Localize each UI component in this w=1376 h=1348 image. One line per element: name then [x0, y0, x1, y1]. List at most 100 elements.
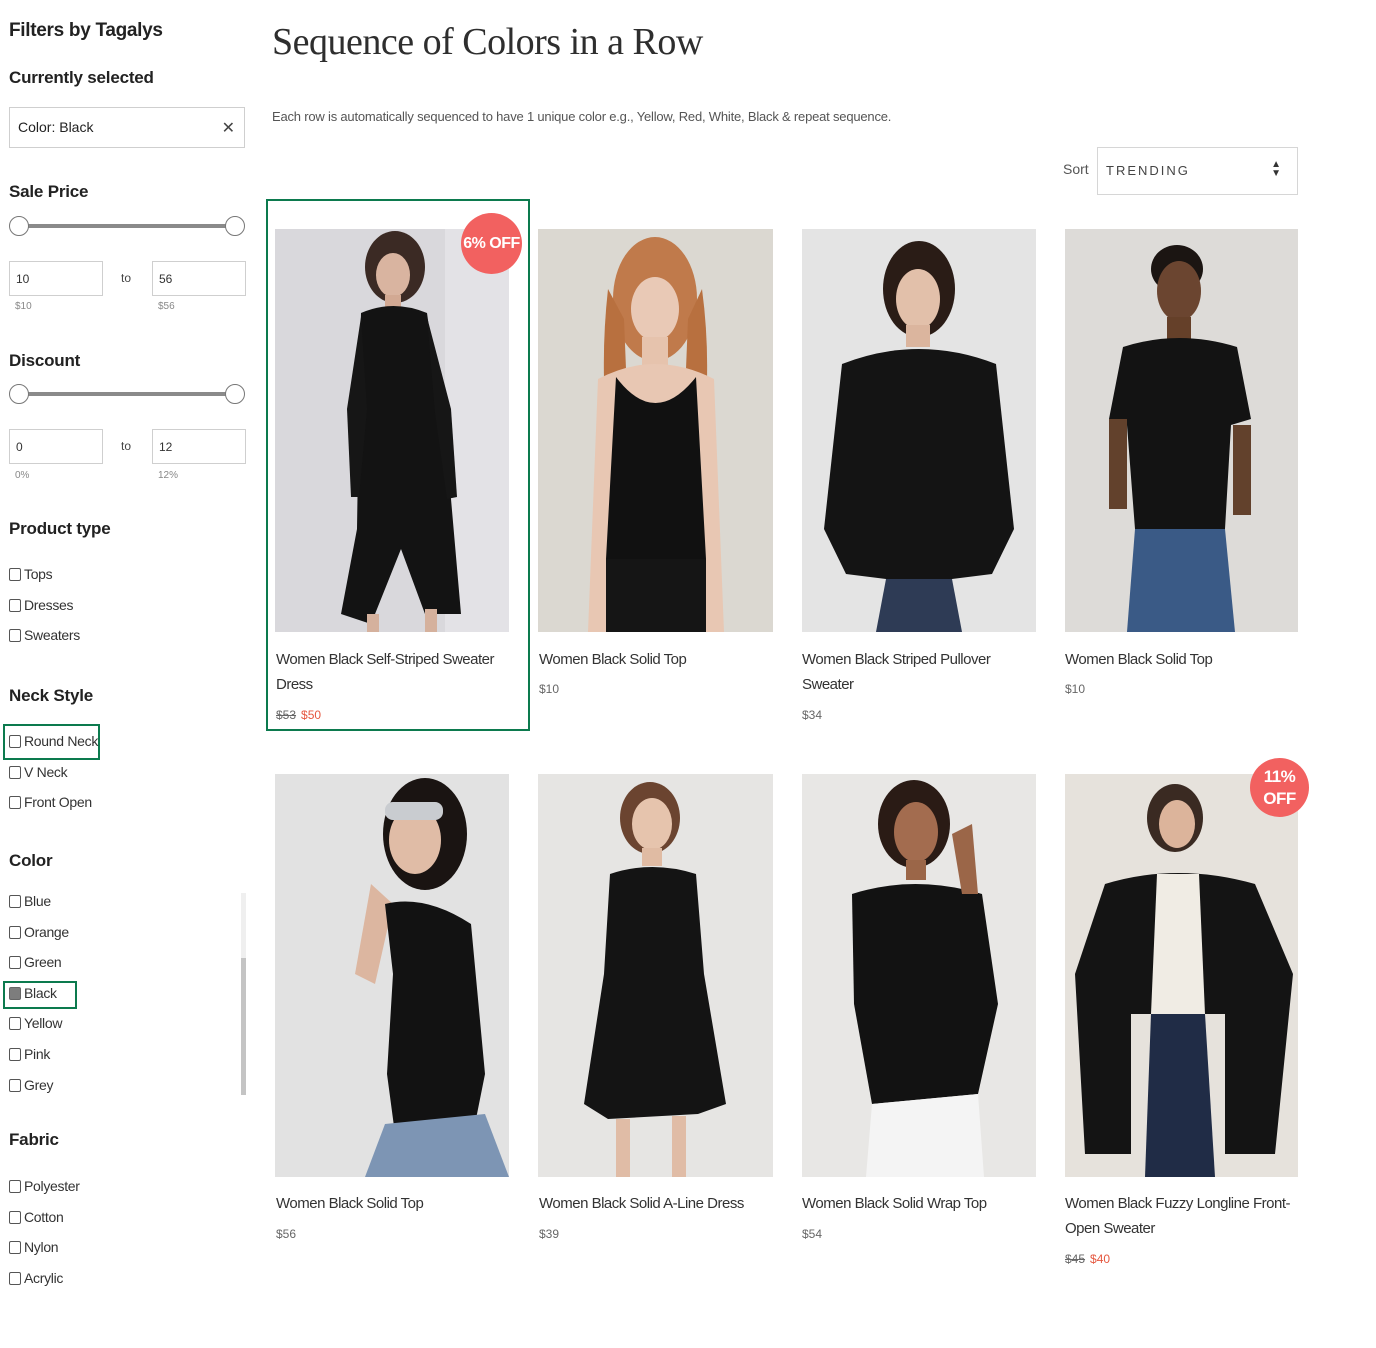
option-label: Orange — [24, 924, 69, 940]
product-image[interactable] — [1065, 229, 1298, 632]
checkbox[interactable] — [9, 795, 21, 809]
product-name[interactable]: Women Black Solid Top — [539, 647, 771, 672]
checkbox[interactable] — [9, 598, 21, 612]
checkbox[interactable] — [9, 1210, 21, 1224]
filter-option-black[interactable]: Black — [9, 983, 57, 1003]
color-list-scroll-thumb[interactable] — [241, 958, 246, 1095]
product-price: $39 — [539, 1227, 560, 1241]
product-price: $53 $50 — [276, 708, 321, 722]
filter-option-sweaters[interactable]: Sweaters — [9, 625, 80, 645]
filter-option-orange[interactable]: Orange — [9, 922, 69, 942]
sale-price-slider-track[interactable] — [19, 224, 235, 228]
checkbox[interactable] — [9, 1179, 21, 1193]
checkbox[interactable] — [9, 955, 21, 969]
discount-min-label: 0% — [15, 470, 30, 481]
discount-max-input[interactable] — [152, 429, 246, 464]
product-name[interactable]: Women Black Striped Pullover Sweater — [802, 647, 1034, 697]
sort-value: TRENDING — [1106, 163, 1190, 178]
filter-option-acrylic[interactable]: Acrylic — [9, 1268, 63, 1288]
checkbox[interactable] — [9, 734, 21, 748]
product-image[interactable] — [802, 774, 1036, 1177]
sale-price-min-label: $10 — [15, 301, 32, 312]
checkbox[interactable] — [9, 925, 21, 939]
sale-price-min-handle[interactable] — [9, 216, 29, 236]
product-image[interactable] — [275, 229, 509, 632]
discount-max-handle[interactable] — [225, 384, 245, 404]
product-price: $10 — [539, 682, 560, 696]
checkbox[interactable] — [9, 628, 21, 642]
sort-select[interactable]: TRENDING ▲ ▼ — [1097, 147, 1298, 195]
discount-max-label: 12% — [158, 470, 179, 481]
checkbox[interactable] — [9, 1047, 21, 1061]
checkbox[interactable] — [9, 1078, 21, 1092]
filter-option-green[interactable]: Green — [9, 952, 62, 972]
sale-price: $40 — [1090, 1252, 1111, 1266]
option-label: V Neck — [24, 764, 68, 780]
checkbox[interactable] — [9, 1240, 21, 1254]
discount-to-label: to — [121, 439, 132, 453]
sale-price-max-input[interactable] — [152, 261, 246, 296]
product-image[interactable] — [1065, 774, 1298, 1177]
discount-min-input[interactable] — [9, 429, 103, 464]
filter-option-yellow[interactable]: Yellow — [9, 1013, 62, 1033]
filter-option-tops[interactable]: Tops — [9, 564, 53, 584]
sale-price-max-label: $56 — [158, 301, 175, 312]
product-name[interactable]: Women Black Self-Striped Sweater Dress — [276, 647, 508, 697]
option-label: Polyester — [24, 1178, 80, 1194]
discount-badge: 11% OFF — [1250, 758, 1309, 817]
currently-selected-heading: Currently selected — [9, 68, 154, 87]
product-image[interactable] — [802, 229, 1036, 632]
filter-option-pink[interactable]: Pink — [9, 1044, 50, 1064]
selected-filter-chip: Color: Black ✕ — [9, 107, 245, 148]
filter-option-polyester[interactable]: Polyester — [9, 1176, 80, 1196]
checkbox[interactable] — [9, 894, 21, 908]
page-title: Sequence of Colors in a Row — [272, 21, 703, 63]
product-name[interactable]: Women Black Solid Wrap Top — [802, 1191, 1034, 1216]
product-image[interactable] — [275, 774, 509, 1177]
filter-option-grey[interactable]: Grey — [9, 1075, 53, 1095]
original-price: $53 — [276, 708, 297, 722]
sale-price: $50 — [301, 708, 322, 722]
option-label: Pink — [24, 1046, 51, 1062]
checkbox[interactable] — [9, 567, 21, 581]
filter-option-v-neck[interactable]: V Neck — [9, 762, 68, 782]
option-label: Black — [24, 985, 57, 1001]
filter-option-blue[interactable]: Blue — [9, 891, 51, 911]
sale-price-min-input[interactable] — [9, 261, 103, 296]
filter-option-round-neck[interactable]: Round Neck — [9, 731, 98, 751]
filter-option-front-open[interactable]: Front Open — [9, 792, 92, 812]
sale-price-to-label: to — [121, 271, 132, 285]
sale-price-max-handle[interactable] — [225, 216, 245, 236]
product-type-heading: Product type — [9, 519, 111, 538]
filter-option-nylon[interactable]: Nylon — [9, 1237, 59, 1257]
product-name[interactable]: Women Black Solid Top — [276, 1191, 508, 1216]
option-label: Tops — [24, 566, 53, 582]
checkbox-checked[interactable] — [9, 986, 21, 1000]
close-icon[interactable]: ✕ — [222, 118, 235, 138]
product-image[interactable] — [538, 229, 773, 632]
option-label: Yellow — [24, 1015, 63, 1031]
option-label: Front Open — [24, 794, 92, 810]
product-name[interactable]: Women Black Fuzzy Longline Front-Open Sw… — [1065, 1191, 1297, 1241]
product-image[interactable] — [538, 774, 773, 1177]
filter-option-cotton[interactable]: Cotton — [9, 1207, 64, 1227]
checkbox[interactable] — [9, 1016, 21, 1030]
option-label: Dresses — [24, 597, 74, 613]
option-label: Sweaters — [24, 627, 80, 643]
option-label: Grey — [24, 1077, 54, 1093]
product-price: $10 — [1065, 682, 1086, 696]
product-name[interactable]: Women Black Solid A-Line Dress — [539, 1191, 771, 1216]
filter-option-dresses[interactable]: Dresses — [9, 595, 74, 615]
discount-heading: Discount — [9, 351, 81, 370]
sort-arrows-icon: ▲ ▼ — [1271, 159, 1283, 179]
page-description: Each row is automatically sequenced to h… — [272, 109, 892, 124]
product-price: $56 — [276, 1227, 297, 1241]
product-price: $34 — [802, 708, 823, 722]
sale-price-heading: Sale Price — [9, 182, 89, 201]
discount-badge: 6% OFF — [461, 213, 522, 274]
checkbox[interactable] — [9, 1271, 21, 1285]
discount-slider-track[interactable] — [19, 392, 235, 396]
discount-min-handle[interactable] — [9, 384, 29, 404]
checkbox[interactable] — [9, 765, 21, 779]
product-name[interactable]: Women Black Solid Top — [1065, 647, 1297, 672]
